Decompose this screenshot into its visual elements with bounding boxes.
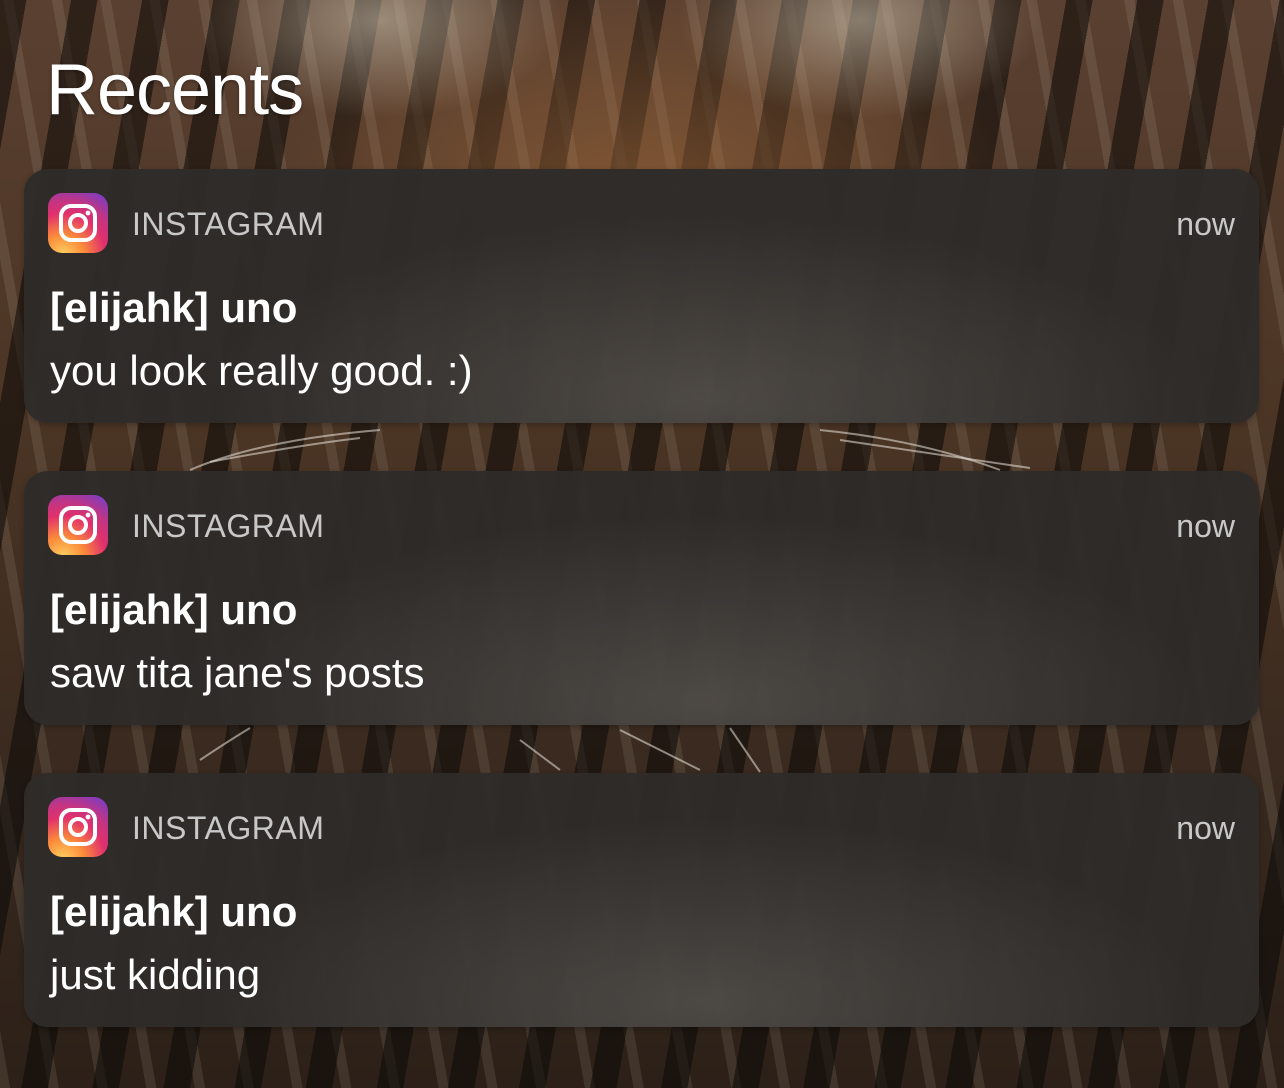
notification-card[interactable]: INSTAGRAM now [elijahk] uno just kidding [24, 773, 1259, 1027]
notification-message: you look really good. :) [50, 347, 473, 394]
timestamp: now [1176, 206, 1235, 242]
notification-message: saw tita jane's posts [50, 649, 425, 696]
notification-message: just kidding [50, 951, 261, 998]
app-name-label: INSTAGRAM [132, 810, 325, 846]
page-title: Recents [46, 50, 304, 130]
notification-sender: [elijahk] uno [50, 586, 298, 633]
app-name-label: INSTAGRAM [132, 206, 325, 242]
timestamp: now [1176, 810, 1235, 846]
app-name-label: INSTAGRAM [132, 508, 325, 544]
notification-card[interactable]: INSTAGRAM now [elijahk] uno you look rea… [24, 169, 1259, 423]
notification-card[interactable]: INSTAGRAM now [elijahk] uno saw tita jan… [24, 471, 1259, 725]
notification-sender: [elijahk] uno [50, 284, 298, 331]
notification-sender: [elijahk] uno [50, 888, 298, 935]
instagram-icon [48, 797, 108, 857]
timestamp: now [1176, 508, 1235, 544]
instagram-icon [48, 495, 108, 555]
instagram-icon [48, 193, 108, 253]
